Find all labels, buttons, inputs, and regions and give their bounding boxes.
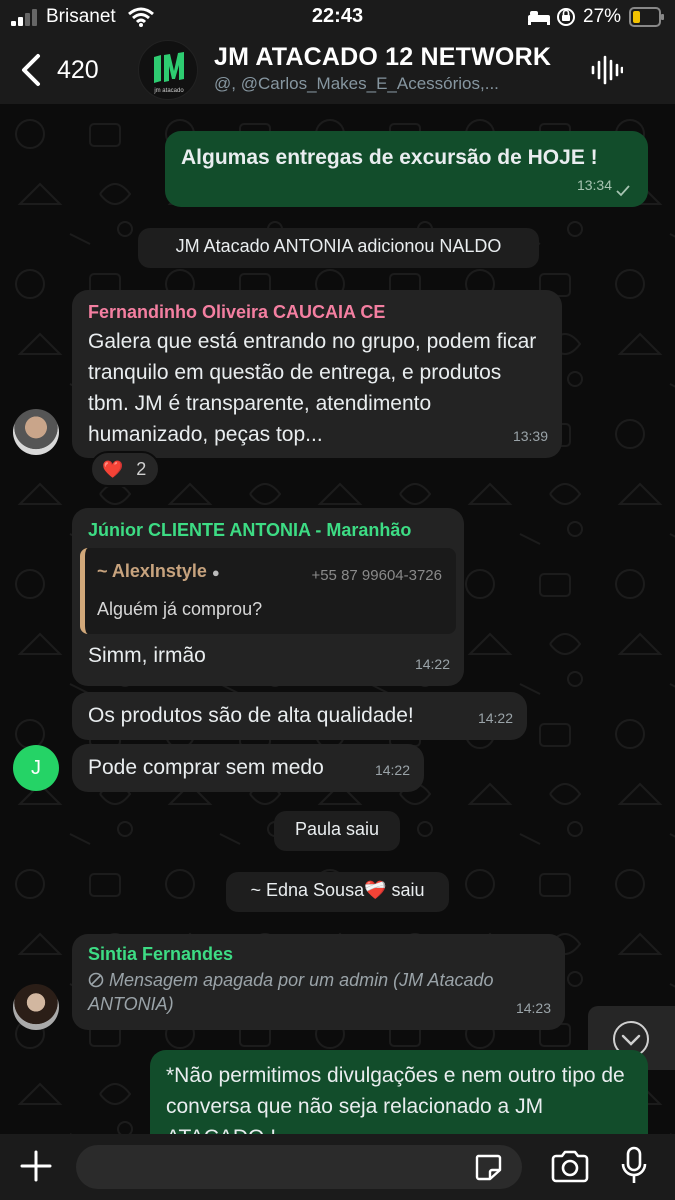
status-bar: Brisanet 22:43 27% bbox=[0, 0, 675, 36]
group-title[interactable]: JM ATACADO 12 NETWORK bbox=[214, 43, 551, 72]
message-sender[interactable]: Júnior CLIENTE ANTONIA - Maranhão bbox=[88, 518, 448, 542]
group-avatar[interactable]: jm atacado bbox=[138, 40, 198, 100]
plus-icon[interactable] bbox=[18, 1148, 54, 1184]
system-message: JM Atacado ANTONIA adicionou NALDO bbox=[138, 228, 539, 268]
deleted-message: Mensagem apagada por um admin (JM Atacad… bbox=[88, 970, 494, 1014]
message-time: 14:23 bbox=[515, 1000, 551, 1016]
message-incoming[interactable]: Fernandinho Oliveira CAUCAIA CE Galera q… bbox=[72, 290, 562, 458]
message-time: 13:39 bbox=[512, 428, 548, 444]
reaction-badge[interactable]: ❤️ 2 bbox=[90, 451, 160, 487]
message-sender[interactable]: Fernandinho Oliveira CAUCAIA CE bbox=[88, 300, 546, 324]
message-incoming[interactable]: Sintia Fernandes Mensagem apagada por um… bbox=[72, 934, 565, 1030]
message-time: 14:22 bbox=[414, 656, 450, 672]
message-incoming[interactable]: Júnior CLIENTE ANTONIA - Maranhão ~ Alex… bbox=[72, 508, 464, 686]
avatar[interactable]: J bbox=[13, 745, 59, 791]
avatar[interactable] bbox=[13, 984, 59, 1030]
battery-icon bbox=[629, 7, 664, 27]
message-input[interactable] bbox=[76, 1145, 522, 1189]
unread-count[interactable]: 420 bbox=[57, 56, 99, 85]
heart-icon: ❤️ bbox=[102, 460, 124, 479]
block-icon bbox=[88, 972, 104, 988]
quoted-phone: +55 87 99604-3726 bbox=[311, 567, 442, 584]
camera-icon[interactable] bbox=[550, 1150, 590, 1184]
quoted-text: Alguém já comprou? bbox=[97, 599, 263, 619]
chat-header: 420 jm atacado JM ATACADO 12 NETWORK @, … bbox=[0, 36, 675, 104]
message-incoming[interactable]: Os produtos são de alta qualidade! 14:22 bbox=[72, 692, 527, 740]
back-chevron-icon[interactable] bbox=[16, 50, 46, 90]
message-text: Pode comprar sem medo bbox=[88, 756, 324, 779]
voice-chat-icon[interactable] bbox=[591, 54, 623, 86]
chat-area[interactable]: Algumas entregas de excursão de HOJE ! 1… bbox=[0, 104, 675, 1134]
message-time: 14:22 bbox=[477, 710, 513, 726]
jm-logo-icon: jm atacado bbox=[153, 52, 184, 94]
message-outgoing[interactable]: *Não permitimos divulgações e nem outro … bbox=[150, 1050, 648, 1134]
message-time: 14:22 bbox=[374, 762, 410, 778]
avatar-text: jm atacado bbox=[153, 88, 184, 94]
message-outgoing[interactable]: Algumas entregas de excursão de HOJE ! 1… bbox=[165, 131, 648, 207]
message-text: Os produtos são de alta qualidade! bbox=[88, 704, 414, 727]
message-sender[interactable]: Sintia Fernandes bbox=[88, 942, 549, 966]
system-message: ~ Edna Sousa❤️‍🩹 saiu bbox=[226, 872, 449, 912]
group-subtitle[interactable]: @, @Carlos_Makes_E_Acessórios,... bbox=[214, 74, 554, 94]
apple-icon: ● bbox=[211, 565, 220, 580]
message-text: *Não permitimos divulgações e nem outro … bbox=[166, 1064, 625, 1134]
message-text: Algumas entregas de excursão de HOJE ! bbox=[181, 146, 598, 169]
microphone-icon[interactable] bbox=[620, 1146, 648, 1186]
orientation-lock-icon bbox=[557, 8, 575, 26]
battery-percent: 27% bbox=[583, 6, 622, 27]
system-message: Paula saiu bbox=[274, 811, 400, 851]
message-incoming[interactable]: Pode comprar sem medo 14:22 bbox=[72, 744, 424, 792]
sticker-icon[interactable] bbox=[473, 1152, 503, 1182]
composer-bar bbox=[0, 1134, 675, 1200]
message-text: Galera que está entrando no grupo, podem… bbox=[88, 330, 537, 446]
quoted-message[interactable]: ~ AlexInstyle ● +55 87 99604-3726 Alguém… bbox=[80, 548, 456, 634]
read-check-icon bbox=[616, 185, 630, 197]
message-time: 13:34 bbox=[576, 177, 612, 193]
reaction-count: 2 bbox=[136, 459, 147, 479]
message-text: Simm, irmão bbox=[88, 644, 206, 667]
avatar[interactable] bbox=[13, 409, 59, 455]
bed-icon bbox=[528, 11, 550, 25]
